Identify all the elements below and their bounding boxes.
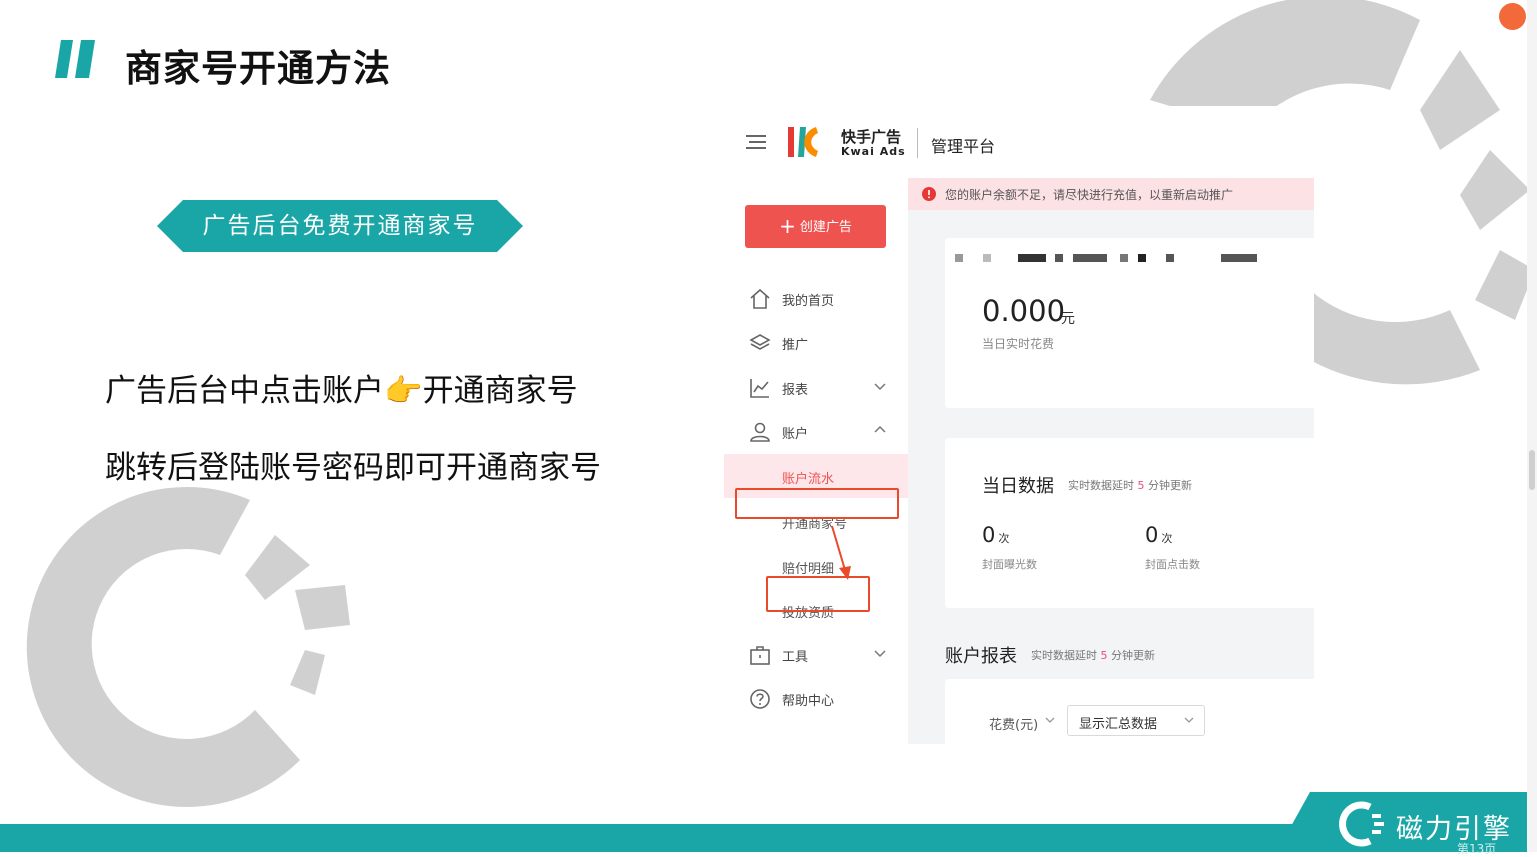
toolbox-icon (750, 646, 770, 665)
account-report-note: 实时数据延时 5 分钟更新 (1031, 647, 1155, 663)
note-suffix: 分钟更新 (1111, 649, 1155, 662)
clicks-label: 封面点击数 (1145, 558, 1200, 571)
footer-bar (0, 824, 1537, 852)
account-highlight-box (735, 488, 899, 519)
sidebar-item-promotion[interactable]: 推广 (724, 322, 908, 362)
sidebar-item-label: 账户 (782, 427, 809, 442)
note-prefix: 实时数据延时 (1068, 479, 1134, 492)
banner: 广告后台免费开通商家号 (157, 200, 523, 252)
sidebar-item-label: 我的首页 (782, 294, 835, 309)
chevron-down-icon (1045, 717, 1055, 723)
sidebar-item-reports[interactable]: 报表 (724, 367, 908, 407)
platform-header: 快手广告 Kwai Ads 管理平台 (724, 106, 1314, 178)
balance-unit: 元 (1061, 311, 1075, 327)
alert-icon (922, 187, 936, 201)
background-ring-decoration-left (26, 486, 350, 807)
menu-icon[interactable] (746, 134, 766, 150)
note-suffix: 分钟更新 (1148, 479, 1192, 492)
note-number: 5 (1137, 479, 1145, 492)
stat-number: 0 (982, 523, 996, 547)
home-icon (750, 288, 770, 309)
stat-number: 0 (1145, 523, 1159, 547)
sidebar-item-label: 推广 (782, 338, 809, 353)
sidebar-subitem-label: 赔付明细 (782, 562, 835, 577)
sidebar-subitem-label: 账户流水 (782, 472, 835, 487)
impressions-value: 0次 (982, 523, 1009, 547)
banner-text: 广告后台免费开通商家号 (202, 213, 478, 239)
note-number: 5 (1100, 649, 1108, 662)
clicks-value: 0次 (1145, 523, 1172, 547)
stat-unit: 次 (1161, 532, 1173, 545)
sidebar: + 创建广告 我的首页 推广 报表 账户 账户流水 开通商家号 赔付明细 投放资… (724, 178, 908, 744)
sidebar-item-help[interactable]: 帮助中心 (724, 678, 908, 718)
summary-select-label: 显示汇总数据 (1079, 717, 1158, 732)
alert-text: 您的账户余额不足，请尽快进行充值，以重新启动推广 (945, 188, 1234, 202)
chevron-down-icon (1184, 717, 1194, 723)
magnetic-engine-logo-icon (1339, 801, 1384, 847)
brand-name-en: Kwai Ads (841, 145, 906, 158)
sidebar-item-label: 报表 (782, 383, 809, 398)
account-report-card: 花费(元) 显示汇总数据 (945, 679, 1314, 744)
create-ad-label: 创建广告 (799, 220, 852, 235)
balance-card: 0.000 元 当日实时花费 (945, 238, 1314, 408)
kwai-ads-logo-icon (788, 127, 818, 157)
scrollbar-track[interactable] (1527, 0, 1537, 852)
account-report-title: 账户报表 (945, 646, 1017, 667)
chevron-down-icon (874, 383, 886, 391)
title-slash-mark (55, 40, 95, 78)
daily-data-card: 当日数据 实时数据延时 5 分钟更新 0次 封面曝光数 0次 封面点击数 (945, 438, 1314, 608)
instruction-text-1: 广告后台中点击账户👉开通商家号 (105, 373, 578, 409)
layers-icon (749, 334, 771, 350)
sidebar-item-account[interactable]: 账户 (724, 411, 908, 451)
balance-value: 0.000 (982, 294, 1066, 328)
user-icon (750, 422, 770, 442)
note-prefix: 实时数据延时 (1031, 649, 1097, 662)
instruction-text-2: 跳转后登陆账号密码即可开通商家号 (105, 450, 601, 486)
sidebar-item-label: 工具 (782, 650, 809, 665)
chevron-down-icon (874, 650, 886, 658)
kwai-ads-screenshot: 快手广告 Kwai Ads 管理平台 + 创建广告 我的首页 推广 报表 账户 … (724, 106, 1314, 744)
plus-icon: + (779, 214, 796, 238)
impressions-label: 封面曝光数 (982, 558, 1037, 571)
summary-data-select[interactable]: 显示汇总数据 (1067, 705, 1205, 736)
brand-name-cn: 快手广告 (841, 128, 902, 146)
sidebar-item-home[interactable]: 我的首页 (724, 278, 908, 318)
daily-data-note: 实时数据延时 5 分钟更新 (1068, 477, 1192, 493)
scrollbar-thumb[interactable] (1529, 450, 1535, 490)
stat-unit: 次 (998, 532, 1010, 545)
sidebar-item-tools[interactable]: 工具 (724, 634, 908, 674)
corner-app-icon[interactable] (1499, 3, 1526, 30)
header-divider (917, 128, 918, 158)
daily-data-title: 当日数据 (982, 476, 1054, 497)
help-icon (750, 689, 770, 709)
platform-title: 管理平台 (931, 137, 996, 156)
slide-title: 商家号开通方法 (125, 47, 391, 90)
masked-account-info (955, 254, 1257, 262)
chevron-up-icon (874, 425, 886, 433)
chart-icon (750, 379, 769, 398)
balance-label: 当日实时花费 (982, 337, 1055, 351)
pointer-arrow-icon (831, 525, 851, 580)
spend-dropdown[interactable]: 花费(元) (989, 714, 1038, 733)
sidebar-item-label: 帮助中心 (782, 694, 835, 709)
balance-alert-bar: 您的账户余额不足，请尽快进行充值，以重新启动推广 (908, 178, 1314, 210)
page-number: 第13页 (1457, 842, 1497, 856)
create-ad-button[interactable]: + 创建广告 (745, 205, 886, 248)
